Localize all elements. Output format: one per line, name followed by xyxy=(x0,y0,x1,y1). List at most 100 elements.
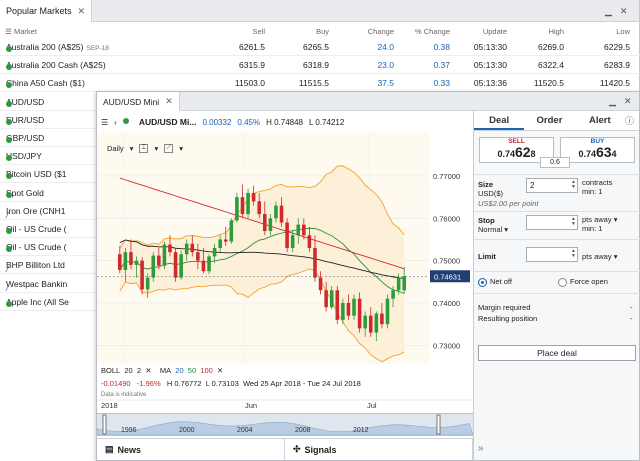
buy-button[interactable]: BUY 0.74634 xyxy=(560,137,635,163)
market-row[interactable]: Australia 200 (A$25) SEP-18 6261.5 6265.5 24… xyxy=(0,38,640,56)
period-high: H 0.76772 xyxy=(166,379,202,388)
size-input[interactable]: 2 ▲ ▼ xyxy=(526,178,578,193)
cell-update: 05:13:36 xyxy=(473,78,507,89)
chart-type-icon[interactable]: ⌶ xyxy=(139,144,149,153)
boll-label[interactable]: BOLL xyxy=(101,366,120,375)
period-change-pct: -1.96% xyxy=(136,379,161,388)
close-icon[interactable]: ✕ xyxy=(620,6,628,17)
size-stepper-icon[interactable]: ▲ ▼ xyxy=(571,180,576,190)
cell-buy[interactable]: 11515.5 xyxy=(299,78,329,88)
change-pct: 0.45% xyxy=(237,117,261,127)
candle-body xyxy=(134,260,139,265)
stop-type-dropdown-icon: ▾ xyxy=(504,225,509,234)
minimize-icon[interactable]: ▁ xyxy=(605,6,612,17)
stop-suffix-select[interactable]: pts away ▾ xyxy=(582,215,617,224)
tab-popular-markets[interactable]: Popular Markets ✕ xyxy=(0,0,93,22)
chart-toolbar: Daily ▾ ⌶ ▾ ⟋ ▾ xyxy=(107,144,183,153)
candle-body xyxy=(145,277,150,290)
net-off-option[interactable]: Net off xyxy=(478,277,512,287)
stop-stepper-icon[interactable]: ▲ ▼ xyxy=(571,217,576,227)
x-tick-label: 2018 xyxy=(101,401,118,410)
info-icon[interactable]: ⓘ xyxy=(625,111,639,130)
cell-low: 6283.9 xyxy=(604,60,630,71)
candle-body xyxy=(352,298,356,316)
candle-body xyxy=(313,247,317,278)
y-tick-label: 0.77000 xyxy=(433,172,460,181)
tab-deal[interactable]: Deal xyxy=(474,111,525,130)
col-high[interactable]: High xyxy=(549,27,564,36)
drawing-dropdown-icon[interactable]: ▾ xyxy=(179,144,183,153)
market-name-cell: EUR/USD xyxy=(6,115,44,125)
symbol-name[interactable]: AUD/USD Mi... xyxy=(139,117,197,127)
force-open-option[interactable]: Force open xyxy=(558,277,608,287)
cell-sell[interactable]: 11503.0 xyxy=(235,78,265,88)
force-open-radio[interactable] xyxy=(558,277,567,287)
period-stats: -0.01490 -1.96% H 0.76772 L 0.73103 Wed … xyxy=(101,379,361,388)
limit-stepper-icon[interactable]: ▲ ▼ xyxy=(571,249,576,259)
chart-type-dropdown-icon[interactable]: ▾ xyxy=(154,144,158,153)
candle-body xyxy=(274,205,278,219)
tab-news[interactable]: ▤ News xyxy=(97,439,285,460)
candle-body xyxy=(374,313,379,333)
interval-dropdown-icon[interactable]: ▾ xyxy=(130,144,134,153)
stop-input[interactable]: ▲ ▼ xyxy=(526,215,578,230)
chart-navigator[interactable]: 1996 2000 2004 2008 2012 xyxy=(96,413,474,436)
col-market[interactable]: Market xyxy=(14,27,37,36)
close-icon[interactable]: ✕ xyxy=(624,96,632,107)
close-tab-icon[interactable]: ✕ xyxy=(165,96,173,107)
candle-body xyxy=(184,243,189,255)
navigator-handle-left xyxy=(102,414,107,435)
expand-panel-icon[interactable]: » xyxy=(478,443,484,454)
instrument-status-icon: / xyxy=(6,282,9,293)
tab-alert[interactable]: Alert xyxy=(575,111,625,130)
candle-body xyxy=(402,276,406,291)
minimize-icon[interactable]: ▁ xyxy=(609,96,616,107)
x-tick-label: Jun xyxy=(245,401,257,410)
interval-select[interactable]: Daily xyxy=(107,144,124,153)
tab-signals[interactable]: ✣ Signals xyxy=(285,439,473,460)
col-buy[interactable]: Buy xyxy=(316,27,329,36)
ma-remove-icon[interactable]: ✕ xyxy=(217,366,223,375)
cell-buy[interactable]: 6318.9 xyxy=(303,60,329,70)
candle-body xyxy=(151,255,156,278)
stop-label: Stop xyxy=(478,216,495,225)
cell-pct: 0.38 xyxy=(433,42,450,52)
candle-body xyxy=(290,235,295,248)
candle-body xyxy=(173,252,178,278)
col-update[interactable]: Update xyxy=(483,27,507,36)
candle-body xyxy=(391,290,395,299)
col-pct-change[interactable]: % Change xyxy=(415,27,450,36)
cell-buy[interactable]: 6265.5 xyxy=(303,42,329,52)
market-name: Bitcoin USD ($1 xyxy=(6,169,67,180)
expiry-label: SEP-18 xyxy=(86,45,109,52)
col-sell[interactable]: Sell xyxy=(252,27,265,36)
col-change[interactable]: Change xyxy=(368,27,394,36)
limit-suffix-select[interactable]: pts away ▾ xyxy=(582,252,617,261)
stop-type-select[interactable]: Normal ▾ xyxy=(478,225,508,234)
tab-aud-usd-mini[interactable]: AUD/USD Mini ✕ xyxy=(97,92,180,111)
limit-input[interactable]: ▲ ▼ xyxy=(526,247,578,262)
market-name: Oil - US Crude ( xyxy=(6,242,67,253)
cell-change: 37.5 xyxy=(377,78,394,89)
close-tab-icon[interactable]: ✕ xyxy=(78,6,86,17)
market-name-cell: Oil - US Crude ( xyxy=(6,224,66,234)
col-low[interactable]: Low xyxy=(616,27,630,36)
tab-order[interactable]: Order xyxy=(524,111,574,130)
boll-remove-icon[interactable]: ✕ xyxy=(145,366,151,375)
back-icon[interactable]: ‹ xyxy=(114,118,117,127)
cell-sell[interactable]: 6261.5 xyxy=(239,42,265,52)
market-name: BHP Billiton Ltd xyxy=(6,260,65,271)
cell-sell[interactable]: 6315.9 xyxy=(239,60,265,70)
ma-label[interactable]: MA xyxy=(160,366,171,375)
net-off-radio[interactable] xyxy=(478,277,487,287)
market-row[interactable]: Australia 200 Cash (A$25) 6315.9 6318.9 23.… xyxy=(0,56,640,75)
columns-menu-icon[interactable]: ☰ xyxy=(5,27,12,36)
instrument-status-icon: / xyxy=(6,209,9,220)
drawing-tools-icon[interactable]: ⟋ xyxy=(164,144,174,153)
place-deal-button[interactable]: Place deal xyxy=(478,345,636,361)
size-min: min: 1 xyxy=(582,187,603,196)
low-value: L 0.74212 xyxy=(309,117,345,127)
menu-icon[interactable]: ☰ xyxy=(101,118,108,127)
market-row[interactable]: China A50 Cash ($1) 11503.0 11515.5 37.5 0.3… xyxy=(0,74,640,93)
change-value: 0.00332 xyxy=(202,117,232,127)
